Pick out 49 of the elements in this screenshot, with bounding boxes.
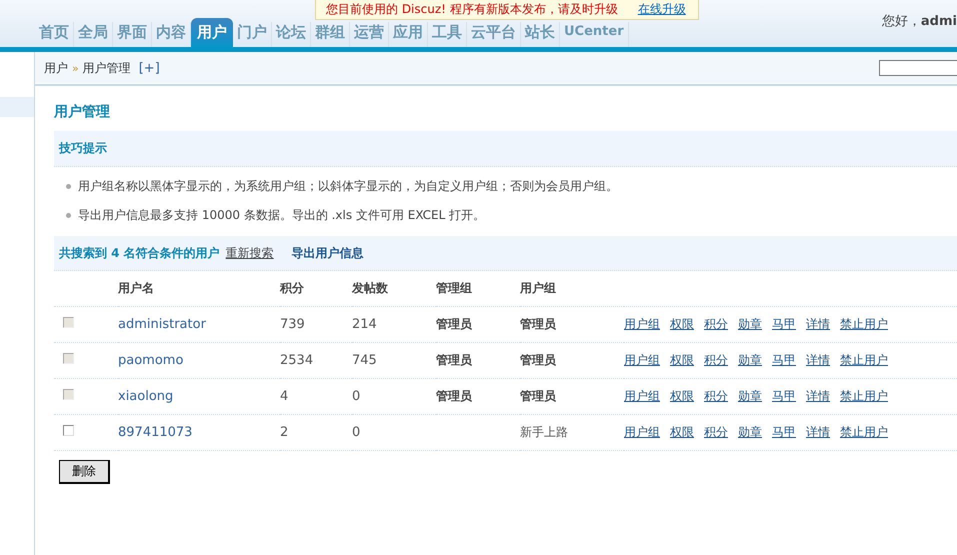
breadcrumb-link[interactable]: 用户 [44,60,68,76]
tips-title: 技巧提示 [59,140,107,157]
action-link[interactable]: 积分 [704,425,728,439]
greeting-text: 您好， [882,14,921,29]
credits-text: 2534 [280,353,314,368]
admin-group-text: 管理员 [436,317,472,331]
action-link[interactable]: 马甲 [772,425,796,439]
action-link[interactable]: 禁止用户 [840,425,888,439]
username-link[interactable]: 897411073 [118,425,192,440]
posts-text: 0 [352,425,360,440]
column-header: 积分 [280,271,352,306]
upgrade-link[interactable]: 在线升级 [638,1,686,18]
delete-button[interactable]: 删除 [59,460,110,484]
admin-group-text: 管理员 [436,389,472,403]
results-summary: 共搜索到 4 名符合条件的用户 [59,244,220,262]
column-header: 发帖数 [352,271,436,306]
export-users-link[interactable]: 导出用户信息 [292,244,364,262]
user-group-text: 新手上路 [520,425,568,439]
action-link[interactable]: 详情 [806,425,830,439]
username-text: admi [920,14,957,29]
column-header: 用户名 [118,271,280,306]
column-header: 用户组 [520,271,624,306]
add-shortcut-link[interactable]: [+] [138,60,160,76]
notice-text: 您目前使用的 Discuz! 程序有新版本发布，请及时升级 [326,1,618,18]
nav-tab[interactable]: 用户 [191,18,233,47]
posts-text: 745 [352,353,377,368]
tip-text: 导出用户信息最多支持 10000 条数据。导出的 .xls 文件可用 EXCEL 打开。 [78,207,486,224]
bullet-icon [66,213,71,218]
posts-text: 214 [352,317,377,332]
column-header: 管理组 [436,271,520,306]
admin-group-text: 管理员 [436,353,472,367]
posts-text: 0 [352,389,360,404]
credits-text: 739 [280,317,305,332]
search-field[interactable] [879,60,957,76]
breadcrumb-current: 用户管理 [82,60,131,76]
credits-text: 2 [280,425,288,440]
user-group-text: 管理员 [520,389,556,403]
action-link[interactable]: 权限 [670,425,694,439]
checkbox[interactable] [63,425,74,436]
action-link[interactable]: 用户组 [624,425,660,439]
search-again-link[interactable]: 重新搜索 [226,244,274,262]
page-title: 用户管理 [54,103,111,121]
credits-text: 4 [280,389,288,404]
action-link[interactable]: 勋章 [738,425,762,439]
breadcrumb-separator: » [72,62,79,74]
user-group-text: 管理员 [520,317,556,331]
user-group-text: 管理员 [520,353,556,367]
tip-text: 用户组名称以黑体字显示的，为系统用户组；以斜体字显示的，为自定义用户组；否则为会员用户组。 [78,178,618,195]
bullet-icon [66,184,71,189]
